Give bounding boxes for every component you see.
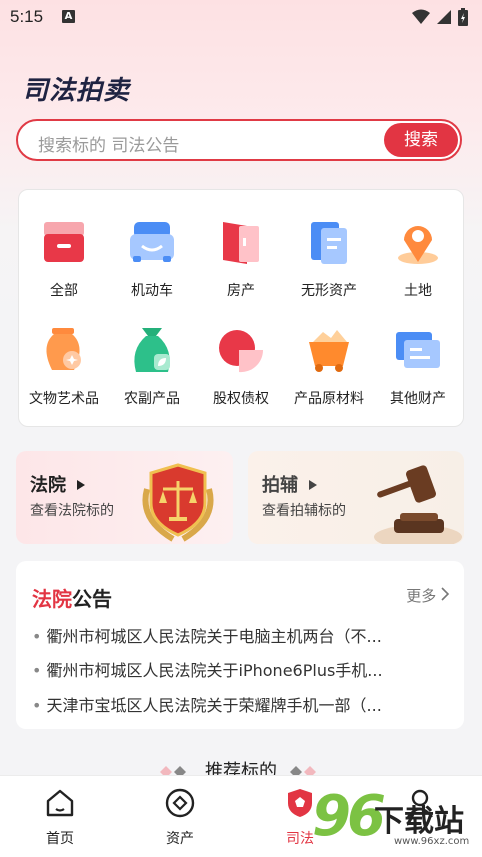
battery-icon (458, 8, 468, 26)
category-label: 土地 (404, 283, 432, 299)
category-land[interactable]: 土地 (374, 218, 462, 300)
vase-icon (40, 326, 88, 374)
notice-item[interactable]: • 衢州市柯城区人民法院关于电脑主机两台（不... (32, 623, 450, 647)
sack-icon (128, 326, 176, 374)
tab-assets[interactable]: 资产 (132, 776, 228, 848)
wifi-icon (412, 9, 430, 24)
notice-item[interactable]: • 天津市宝坻区人民法院关于荣耀牌手机一部（... (32, 692, 450, 716)
category-label: 文物艺术品 (29, 391, 99, 407)
mine-cart-icon (305, 326, 353, 374)
auction-assist-promo-card[interactable]: 拍辅 查看拍辅标的 (248, 451, 464, 544)
notice-text: 衢州市柯城区人民法院关于电脑主机两台（不... (46, 627, 382, 646)
category-label: 股权债权 (213, 391, 269, 407)
court-notice-card: 法院公告 更多 • 衢州市柯城区人民法院关于电脑主机两台（不... • 衢州市柯… (16, 561, 464, 729)
court-emblem-icon (142, 463, 214, 542)
category-equity[interactable]: 股权债权 (197, 326, 285, 408)
more-label: 更多 (406, 587, 437, 605)
category-intangible[interactable]: 无形资产 (285, 218, 373, 300)
tab-home[interactable]: 首页 (12, 776, 108, 848)
court-card-subtitle: 查看法院标的 (30, 503, 114, 519)
triangle-right-icon (77, 480, 86, 490)
category-vehicle[interactable]: 机动车 (108, 218, 196, 300)
search-bar[interactable]: 搜索标的 司法公告 搜索 (16, 119, 462, 161)
category-grid: 全部 机动车 房产 无形资产 土地 文物艺术品 农副产品 股权债权 产品原材料 … (18, 189, 464, 427)
notice-item[interactable]: • 衢州市柯城区人民法院关于iPhone6Plus手机... (32, 657, 450, 681)
door-icon (217, 218, 265, 266)
search-input[interactable]: 搜索标的 司法公告 (38, 131, 179, 156)
status-time: 5:15 (10, 7, 44, 26)
category-label: 其他财产 (390, 391, 446, 407)
category-agriculture[interactable]: 农副产品 (108, 326, 196, 408)
document-icon (305, 218, 353, 266)
card-icon (394, 326, 442, 374)
category-other[interactable]: 其他财产 (374, 326, 462, 408)
category-house[interactable]: 房产 (197, 218, 285, 300)
court-card-title: 法院 (30, 471, 86, 497)
diamond-circle-icon (165, 788, 195, 818)
category-label: 产品原材料 (294, 391, 364, 407)
notice-more-link[interactable]: 更多 (406, 585, 450, 606)
category-label: 全部 (50, 283, 78, 299)
category-art[interactable]: 文物艺术品 (20, 326, 108, 408)
category-label: 房产 (227, 283, 255, 299)
pie-chart-icon (217, 326, 265, 374)
category-label: 无形资产 (301, 283, 357, 299)
assist-card-title: 拍辅 (262, 471, 318, 497)
category-label: 农副产品 (124, 391, 180, 407)
tab-label: 资产 (166, 831, 194, 847)
home-icon (46, 789, 74, 817)
notice-text: 衢州市柯城区人民法院关于iPhone6Plus手机... (46, 661, 383, 680)
notice-title-dark: 公告 (72, 587, 112, 611)
cellular-icon (437, 10, 451, 24)
notice-title-red: 法院 (32, 587, 72, 611)
assist-card-subtitle: 查看拍辅标的 (262, 503, 346, 519)
bullet-icon: • (32, 661, 42, 680)
category-all[interactable]: 全部 (20, 218, 108, 300)
court-title-text: 法院 (30, 475, 66, 496)
bullet-icon: • (32, 627, 42, 646)
category-material[interactable]: 产品原材料 (285, 326, 373, 408)
status-bar: 5:15 A (0, 0, 482, 36)
box-icon (40, 218, 88, 266)
watermark-url: www.96xz.com (394, 836, 470, 847)
location-pin-icon (394, 218, 442, 266)
notification-icon: A (62, 10, 75, 23)
assist-title-text: 拍辅 (262, 475, 298, 496)
watermark-number: 96 (312, 784, 386, 849)
page-title: 司法拍卖 (22, 76, 131, 106)
chevron-right-icon (441, 587, 450, 601)
bullet-icon: • (32, 696, 42, 715)
notice-text: 天津市宝坻区人民法院关于荣耀牌手机一部（... (46, 696, 382, 715)
category-label: 机动车 (131, 283, 173, 299)
tab-label: 首页 (46, 831, 74, 847)
status-icons (412, 8, 468, 26)
watermark-text: 下载站 (374, 804, 464, 839)
car-icon (128, 218, 176, 266)
triangle-right-icon (309, 480, 318, 490)
notice-section-title: 法院公告 (32, 583, 112, 612)
court-promo-card[interactable]: 法院 查看法院标的 (16, 451, 233, 544)
gavel-icon (374, 465, 462, 544)
watermark-logo: 96 下载站 www.96xz.com (312, 784, 482, 856)
search-button[interactable]: 搜索 (384, 123, 458, 157)
